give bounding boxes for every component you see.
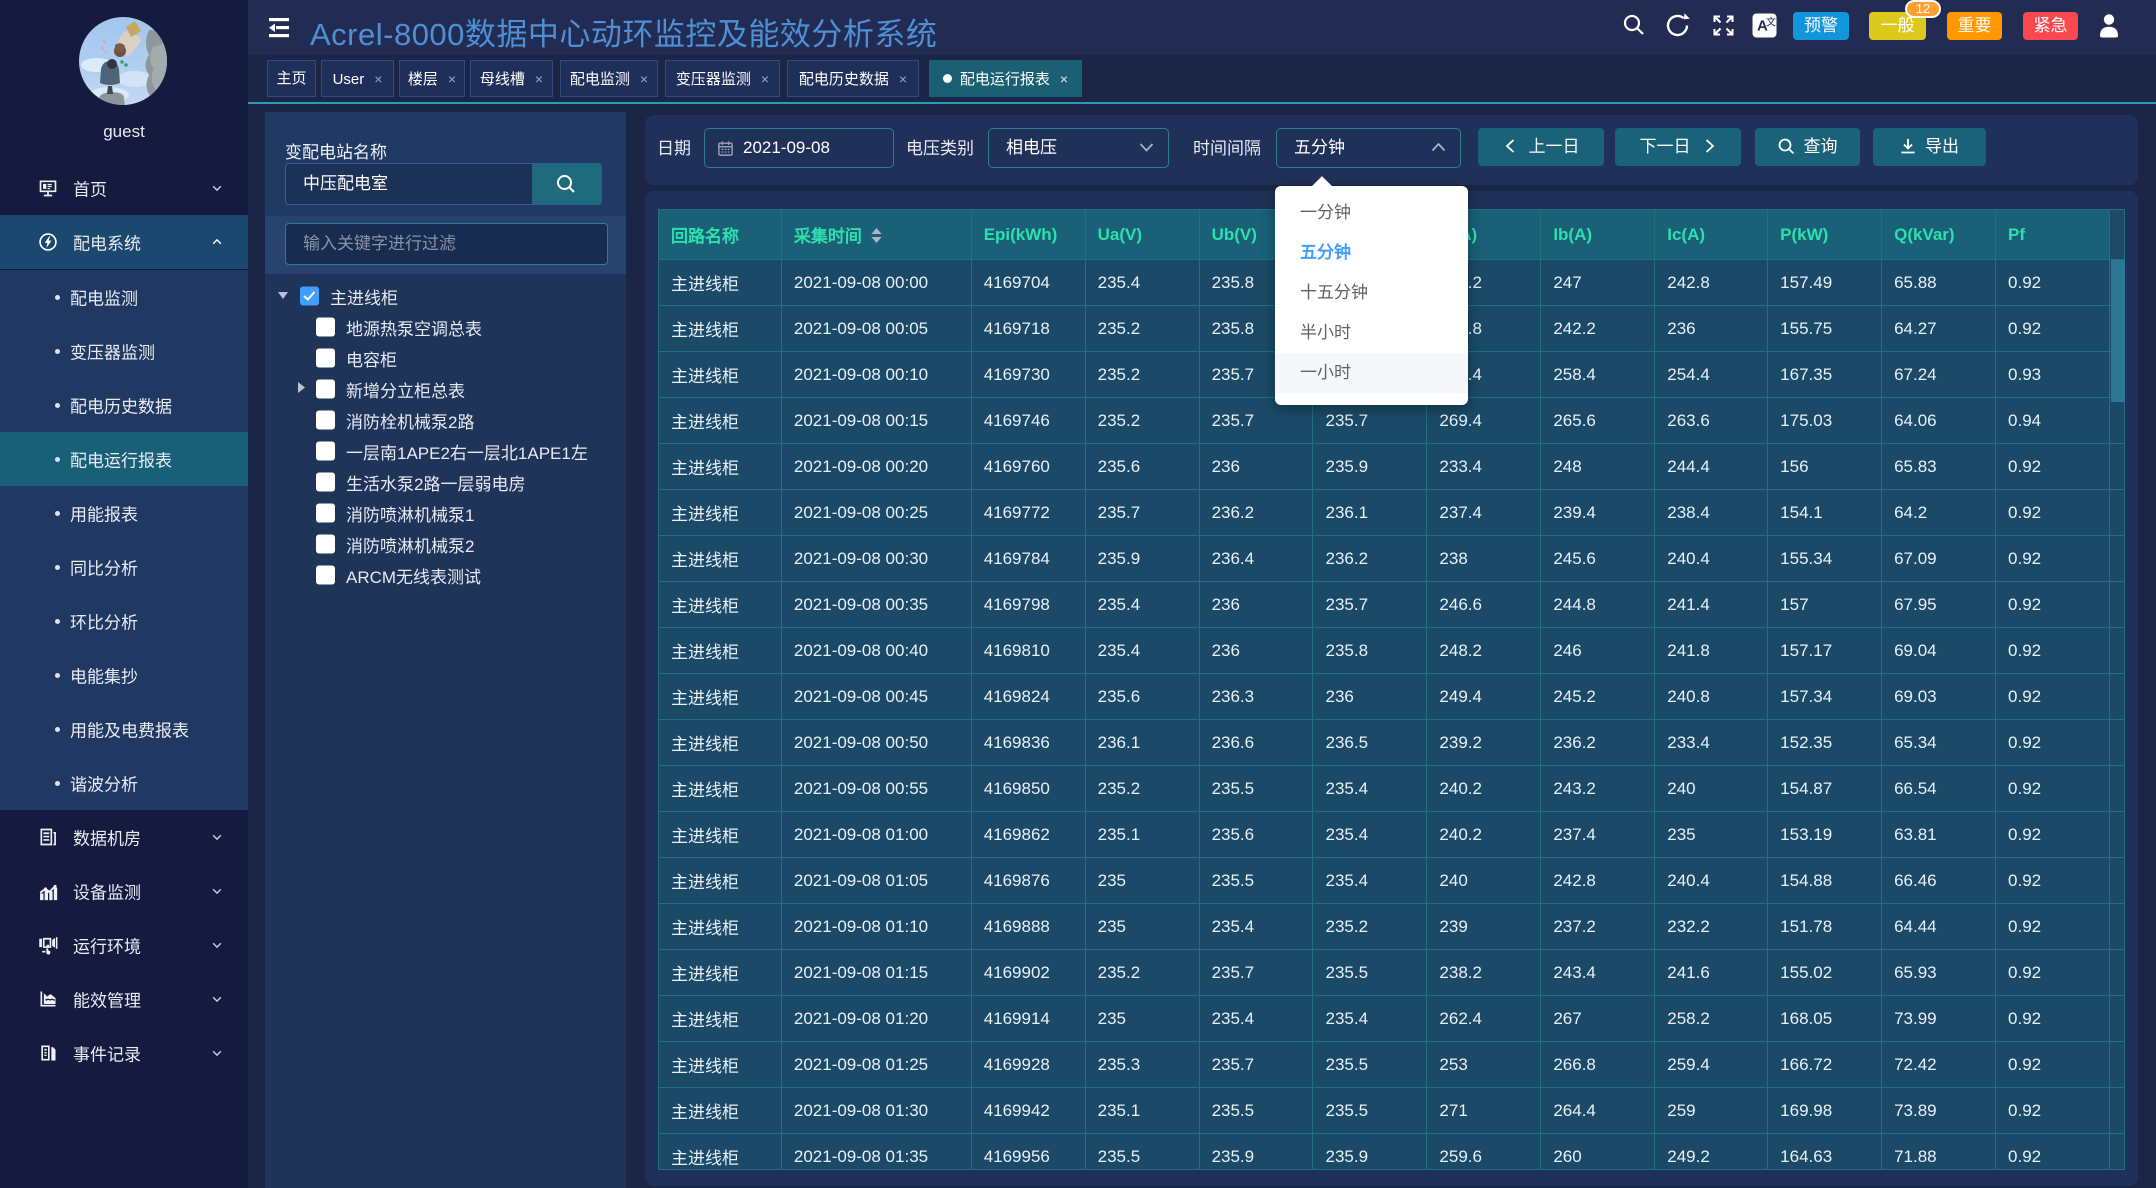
svg-text:文: 文 — [1766, 16, 1776, 29]
